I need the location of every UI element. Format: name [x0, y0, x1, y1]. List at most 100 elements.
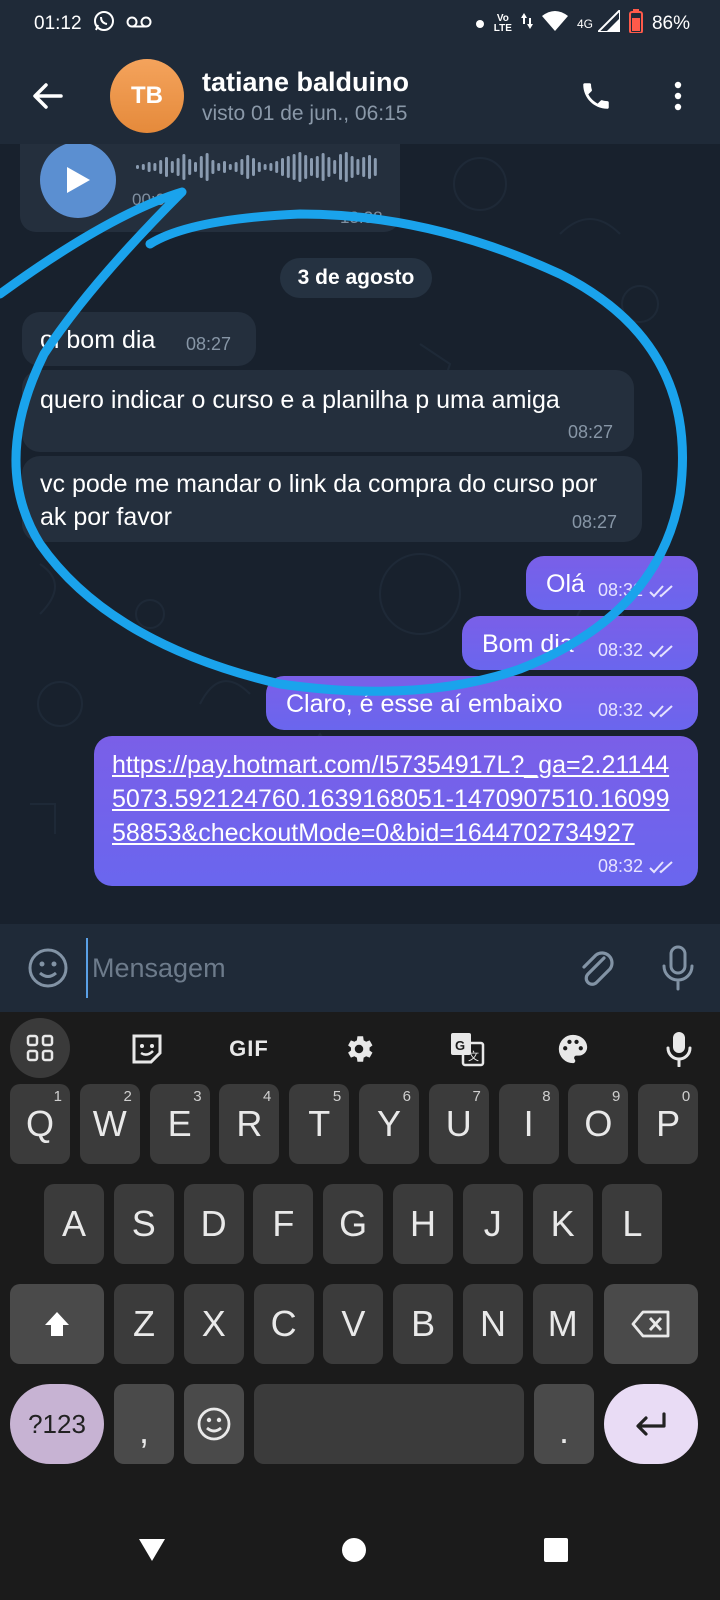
phone-icon — [583, 83, 609, 109]
key-v[interactable]: V — [323, 1284, 384, 1364]
translate-button[interactable]: G文 — [440, 1022, 494, 1076]
gif-label: GIF — [229, 1036, 269, 1061]
theme-button[interactable] — [546, 1022, 600, 1076]
call-button[interactable] — [574, 74, 618, 118]
waveform-bar — [147, 162, 151, 172]
key-k[interactable]: K — [532, 1184, 593, 1264]
waveform-bar — [205, 153, 209, 181]
translate-icon: G文 — [451, 1033, 485, 1067]
key-u[interactable]: U7 — [428, 1084, 489, 1164]
key-b[interactable]: B — [393, 1284, 454, 1364]
key-y[interactable]: Y6 — [359, 1084, 419, 1164]
back-button[interactable] — [28, 76, 68, 116]
message-input[interactable] — [86, 938, 556, 998]
key-number-hint: 1 — [53, 1088, 62, 1105]
outgoing-message[interactable]: Olá 08:32 — [526, 556, 698, 610]
voice-message-bubble[interactable]: 00:06 13:38 — [20, 144, 400, 232]
key-a[interactable]: A — [44, 1184, 104, 1264]
notification-dot-icon — [475, 13, 485, 35]
waveform-bar — [211, 160, 215, 174]
key-w[interactable]: W2 — [79, 1084, 140, 1164]
key-p[interactable]: P0 — [638, 1084, 699, 1164]
shift-key[interactable] — [10, 1284, 104, 1364]
data-arrows-icon — [520, 11, 533, 37]
key-g[interactable]: G — [323, 1184, 384, 1264]
whatsapp-icon — [92, 9, 116, 39]
key-x[interactable]: X — [183, 1284, 244, 1364]
more-options-button[interactable] — [656, 74, 700, 118]
battery-icon — [628, 9, 643, 39]
message-text: quero indicar o curso e a planilha p uma… — [40, 386, 560, 414]
contact-info[interactable]: tatiane balduino visto 01 de jun., 06:15 — [202, 67, 409, 126]
key-f[interactable]: F — [253, 1184, 314, 1264]
symbols-key[interactable]: ?123 — [10, 1384, 104, 1464]
waveform-bar — [333, 160, 337, 174]
outgoing-message[interactable]: Bom dia 08:32 — [462, 616, 698, 670]
avatar[interactable]: TB — [110, 59, 184, 133]
incoming-message[interactable]: quero indicar o curso e a planilha p uma… — [22, 370, 634, 452]
waveform-bar — [298, 152, 302, 182]
waveform-bar — [263, 164, 267, 170]
space-key[interactable] — [254, 1384, 524, 1464]
waveform-bar — [275, 161, 279, 173]
chat-area[interactable]: 00:06 13:38 3 de agosto oi bom dia 08:27… — [0, 144, 720, 924]
key-c[interactable]: C — [253, 1284, 314, 1364]
contact-name: tatiane balduino — [202, 66, 410, 97]
network-type: 4G — [576, 17, 593, 31]
waveform-bar — [240, 159, 244, 175]
key-q[interactable]: Q1 — [10, 1084, 70, 1164]
key-m[interactable]: M — [532, 1284, 593, 1364]
key-label: H — [410, 1203, 436, 1244]
key-n[interactable]: N — [463, 1284, 523, 1364]
key-i[interactable]: I8 — [498, 1084, 559, 1164]
back-arrow-icon — [33, 83, 63, 109]
key-label: K — [550, 1203, 575, 1244]
waveform-bar — [257, 162, 261, 172]
play-icon — [67, 167, 90, 193]
enter-arrow-icon — [636, 1412, 666, 1436]
apps-grid-button[interactable] — [10, 1018, 70, 1078]
voice-typing-button[interactable] — [652, 1022, 706, 1076]
key-t[interactable]: T5 — [289, 1084, 350, 1164]
key-r[interactable]: R4 — [219, 1084, 280, 1164]
home-circle-icon — [342, 1538, 366, 1562]
voice-record-button[interactable] — [656, 944, 700, 992]
sticker-button[interactable] — [120, 1022, 174, 1076]
settings-button[interactable] — [332, 1022, 386, 1076]
waveform-bar — [170, 161, 174, 173]
microphone-icon — [666, 1032, 692, 1067]
key-o[interactable]: O9 — [568, 1084, 629, 1164]
outgoing-link-message[interactable]: https://pay.hotmart.com/I57354917L?_ga=2… — [94, 736, 698, 886]
key-j[interactable]: J — [462, 1184, 523, 1264]
backspace-key[interactable] — [604, 1284, 698, 1364]
back-nav-button[interactable] — [130, 1528, 174, 1572]
gif-button[interactable]: GIF — [222, 1022, 276, 1076]
key-label: L — [622, 1203, 643, 1244]
incoming-message[interactable]: vc pode me mandar o link da compra do cu… — [22, 456, 642, 542]
period-key[interactable]: . — [534, 1384, 594, 1464]
outgoing-message[interactable]: Claro, é esse aí embaixo 08:32 — [266, 676, 698, 730]
key-z[interactable]: Z — [114, 1284, 174, 1364]
key-e[interactable]: E3 — [149, 1084, 210, 1164]
svg-text:G: G — [455, 1038, 465, 1053]
key-s[interactable]: S — [113, 1184, 174, 1264]
key-l[interactable]: L — [602, 1184, 663, 1264]
comma-key[interactable]: , — [114, 1384, 174, 1464]
key-label: O — [584, 1103, 613, 1144]
enter-key[interactable] — [604, 1384, 698, 1464]
key-label: N — [480, 1303, 506, 1344]
emoji-button[interactable] — [26, 946, 70, 990]
home-nav-button[interactable] — [332, 1528, 376, 1572]
incoming-message[interactable]: oi bom dia 08:27 — [22, 312, 256, 366]
key-h[interactable]: H — [393, 1184, 453, 1264]
play-button[interactable] — [40, 144, 116, 218]
message-time: 08:27 — [186, 334, 232, 354]
attach-button[interactable] — [574, 946, 618, 990]
key-number-hint: 2 — [123, 1088, 132, 1105]
emoji-key[interactable] — [184, 1384, 244, 1464]
key-d[interactable]: D — [183, 1184, 244, 1264]
backspace-icon — [631, 1310, 670, 1338]
recents-nav-button[interactable] — [534, 1528, 578, 1572]
payment-link[interactable]: https://pay.hotmart.com/I57354917L?_ga=2… — [112, 748, 674, 850]
key-label: E — [167, 1103, 192, 1144]
